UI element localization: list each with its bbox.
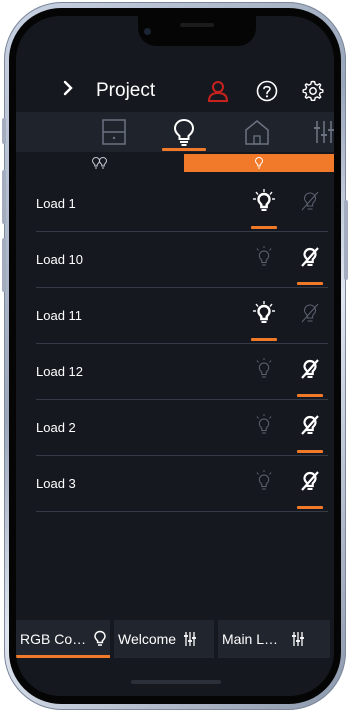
front-camera [144, 28, 151, 35]
sliders-icon [290, 630, 306, 648]
turn-off-button[interactable] [295, 412, 325, 442]
tab-lighting[interactable] [164, 112, 204, 152]
app-header: Project [16, 74, 334, 112]
bulb-off-icon [297, 244, 323, 275]
phone-mute-switch [2, 118, 6, 144]
lightbulb-icon [92, 630, 108, 648]
bulb-on-icon-dim [251, 244, 277, 275]
turn-on-button[interactable] [249, 188, 279, 218]
bulb-off-icon [297, 412, 323, 443]
light-type-segmented-control [16, 154, 334, 172]
selected-state-indicator [251, 226, 277, 229]
load-label: Load 12 [36, 364, 83, 379]
phone-power-button [344, 200, 348, 280]
load-row: Load 1 [36, 176, 328, 232]
phone-volume-up-button [2, 170, 6, 224]
house-icon [245, 120, 269, 145]
sliders-icon [182, 630, 198, 648]
active-scene-indicator [16, 655, 110, 658]
sliders-icon [314, 121, 334, 143]
page-title[interactable]: Project [96, 80, 155, 102]
category-tab-bar [16, 112, 334, 152]
phone-volume-down-button [2, 238, 6, 292]
scene-tab-rgb[interactable]: RGB Co… [16, 620, 110, 658]
lightbulb-icon [173, 118, 195, 146]
turn-on-button[interactable] [249, 412, 279, 442]
help-icon[interactable] [252, 76, 282, 106]
notch [138, 16, 256, 46]
turn-on-button[interactable] [249, 356, 279, 386]
turn-off-button[interactable] [295, 188, 325, 218]
scene-label: RGB Co… [20, 631, 87, 647]
bulb-on-icon-dim [251, 412, 277, 443]
load-row: Load 11 [36, 288, 328, 344]
selected-state-indicator [251, 338, 277, 341]
bulb-off-icon-dim [297, 188, 323, 219]
bulb-off-icon [297, 468, 323, 499]
chevron-right-icon[interactable] [58, 80, 78, 101]
turn-on-button[interactable] [249, 300, 279, 330]
selected-state-indicator [297, 282, 323, 285]
home-indicator [131, 680, 221, 684]
bulb-on-icon [251, 300, 277, 331]
scene-label: Main L… [222, 631, 279, 647]
load-row: Load 12 [36, 344, 328, 400]
load-row: Load 10 [36, 232, 328, 288]
bulb-on-icon-dim [251, 356, 277, 387]
selected-state-indicator [297, 506, 323, 509]
load-label: Load 10 [36, 252, 83, 267]
segment-all-lights[interactable] [16, 154, 184, 172]
load-label: Load 1 [36, 196, 76, 211]
user-icon[interactable] [203, 76, 233, 106]
active-tab-indicator [162, 148, 206, 151]
speaker-grille [180, 23, 214, 27]
turn-off-button[interactable] [295, 468, 325, 498]
load-label: Load 3 [36, 476, 76, 491]
app-screen: Project Load 1 Load 10 Load 11 Load 12 L… [16, 16, 334, 696]
load-row: Load 3 [36, 456, 328, 512]
multi-bulb-icon [91, 156, 108, 169]
turn-off-button[interactable] [295, 244, 325, 274]
scene-tab-welcome[interactable]: Welcome [114, 620, 214, 658]
turn-off-button[interactable] [295, 356, 325, 386]
bulb-on-icon-dim [251, 468, 277, 499]
load-list: Load 1 Load 10 Load 11 Load 12 Load 2 Lo… [36, 176, 328, 512]
load-label: Load 11 [36, 308, 83, 323]
scene-bar: RGB Co… Welcome Main L… [16, 620, 334, 660]
selected-state-indicator [297, 450, 323, 453]
scene-label: Welcome [118, 631, 177, 647]
selected-state-indicator [297, 394, 323, 397]
bulb-small-icon [254, 156, 264, 169]
settings-gear-icon[interactable] [298, 76, 328, 106]
bulb-off-icon-dim [297, 300, 323, 331]
cabinet-icon [102, 119, 126, 145]
load-row: Load 2 [36, 400, 328, 456]
turn-on-button[interactable] [249, 468, 279, 498]
tab-cabinet[interactable] [94, 112, 134, 152]
tab-controls[interactable] [304, 112, 334, 152]
load-label: Load 2 [36, 420, 76, 435]
segment-single-lights[interactable] [184, 154, 334, 172]
turn-on-button[interactable] [249, 244, 279, 274]
scene-tab-main[interactable]: Main L… [218, 620, 330, 658]
turn-off-button[interactable] [295, 300, 325, 330]
bulb-on-icon [251, 188, 277, 219]
bulb-off-icon [297, 356, 323, 387]
tab-home[interactable] [237, 112, 277, 152]
